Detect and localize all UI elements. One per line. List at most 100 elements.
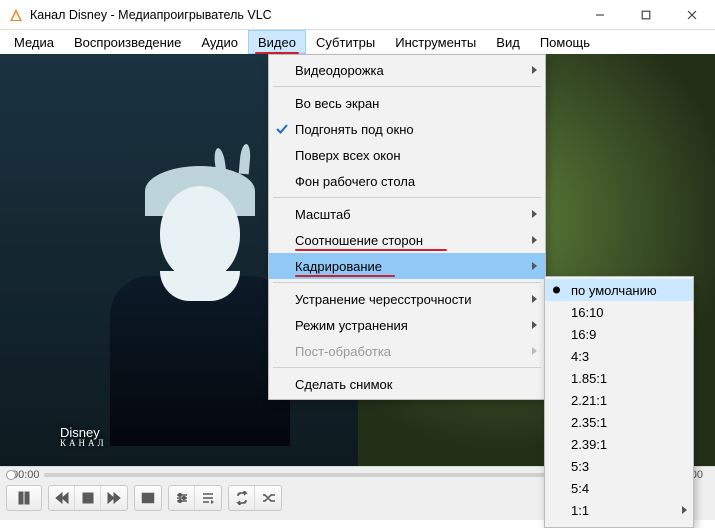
menu-item-fullscreen[interactable]: Во весь экран (269, 90, 545, 116)
submenu-item-label: по умолчанию (571, 283, 657, 298)
chevron-right-icon (682, 506, 687, 514)
minimize-button[interactable] (577, 0, 623, 30)
crop-option-4-3[interactable]: 4:3 (545, 345, 693, 367)
menu-media[interactable]: Медиа (4, 30, 64, 54)
crop-option-16-9[interactable]: 16:9 (545, 323, 693, 345)
menu-item-label: Устранение чересстрочности (295, 292, 471, 307)
menu-item-postprocessing: Пост-обработка (269, 338, 545, 364)
app-icon (8, 7, 24, 23)
crop-option-235-1[interactable]: 2.35:1 (545, 411, 693, 433)
menu-item-wallpaper[interactable]: Фон рабочего стола (269, 168, 545, 194)
submenu-item-label: 1.85:1 (571, 371, 607, 386)
submenu-item-label: 16:10 (571, 305, 604, 320)
submenu-item-label: 2.39:1 (571, 437, 607, 452)
stop-button[interactable] (75, 486, 101, 510)
crop-option-1-1[interactable]: 1:1 (545, 499, 693, 521)
playlist-button[interactable] (195, 486, 221, 510)
submenu-item-label: 2.21:1 (571, 393, 607, 408)
crop-option-5-4[interactable]: 5:4 (545, 477, 693, 499)
submenu-item-label: 4:3 (571, 349, 589, 364)
menu-item-deinterlace[interactable]: Устранение чересстрочности (269, 286, 545, 312)
menu-label: Аудио (201, 35, 238, 50)
annotation-underline (295, 275, 395, 277)
menu-item-crop[interactable]: Кадрирование (269, 253, 545, 279)
chevron-right-icon (532, 236, 537, 244)
menu-item-label: Соотношение сторон (295, 233, 423, 248)
menu-item-label: Масштаб (295, 207, 351, 222)
menu-item-label: Кадрирование (295, 259, 382, 274)
menu-item-label: Поверх всех окон (295, 148, 401, 163)
menu-help[interactable]: Помощь (530, 30, 600, 54)
radio-selected-icon (553, 287, 560, 294)
chevron-right-icon (532, 210, 537, 218)
seek-knob[interactable] (6, 470, 16, 480)
submenu-item-label: 5:4 (571, 481, 589, 496)
menu-label: Субтитры (316, 35, 375, 50)
crop-submenu: по умолчанию 16:10 16:9 4:3 1.85:1 2.21:… (544, 276, 694, 528)
menu-label: Инструменты (395, 35, 476, 50)
menu-label: Вид (496, 35, 520, 50)
menu-label: Медиа (14, 35, 54, 50)
menu-label: Видео (258, 35, 296, 50)
crop-option-16-10[interactable]: 16:10 (545, 301, 693, 323)
extended-settings-button[interactable] (169, 486, 195, 510)
menubar: Медиа Воспроизведение Аудио Видео Субтит… (0, 30, 715, 54)
maximize-button[interactable] (623, 0, 669, 30)
menu-item-label: Подгонять под окно (295, 122, 414, 137)
menu-label: Помощь (540, 35, 590, 50)
menu-item-label: Видеодорожка (295, 63, 384, 78)
menu-separator (273, 282, 541, 283)
menu-item-deinterlace-mode[interactable]: Режим устранения (269, 312, 545, 338)
menu-audio[interactable]: Аудио (191, 30, 248, 54)
chevron-right-icon (532, 321, 537, 329)
menu-item-always-on-top[interactable]: Поверх всех окон (269, 142, 545, 168)
titlebar: Канал Disney - Медиапроигрыватель VLC (0, 0, 715, 30)
chevron-right-icon (532, 295, 537, 303)
window-title: Канал Disney - Медиапроигрыватель VLC (30, 8, 577, 22)
menu-separator (273, 86, 541, 87)
menu-video[interactable]: Видео (248, 30, 306, 54)
fullscreen-button[interactable] (135, 486, 161, 510)
chevron-right-icon (532, 66, 537, 74)
check-icon (275, 122, 289, 136)
submenu-item-label: 5:3 (571, 459, 589, 474)
submenu-item-label: 2.35:1 (571, 415, 607, 430)
chevron-right-icon (532, 262, 537, 270)
crop-option-default[interactable]: по умолчанию (545, 279, 693, 301)
menu-item-snapshot[interactable]: Сделать снимок (269, 371, 545, 397)
menu-item-aspect-ratio[interactable]: Соотношение сторон (269, 227, 545, 253)
close-button[interactable] (669, 0, 715, 30)
menu-item-label: Пост-обработка (295, 344, 391, 359)
channel-logo: Disney КАНАЛ (60, 415, 107, 448)
submenu-item-label: 1:1 (571, 503, 589, 518)
menu-separator (273, 197, 541, 198)
crop-option-5-3[interactable]: 5:3 (545, 455, 693, 477)
menu-label: Воспроизведение (74, 35, 181, 50)
menu-item-fit-window[interactable]: Подгонять под окно (269, 116, 545, 142)
crop-option-221-1[interactable]: 2.21:1 (545, 389, 693, 411)
crop-option-239-1[interactable]: 2.39:1 (545, 433, 693, 455)
next-button[interactable] (101, 486, 127, 510)
menu-item-label: Во весь экран (295, 96, 379, 111)
menu-item-video-track[interactable]: Видеодорожка (269, 57, 545, 83)
menu-view[interactable]: Вид (486, 30, 530, 54)
chevron-right-icon (532, 347, 537, 355)
submenu-item-label: 16:9 (571, 327, 596, 342)
annotation-underline (295, 249, 447, 251)
shuffle-button[interactable] (255, 486, 281, 510)
menu-item-label: Фон рабочего стола (295, 174, 415, 189)
menu-separator (273, 367, 541, 368)
play-pause-button[interactable] (7, 486, 41, 510)
menu-tools[interactable]: Инструменты (385, 30, 486, 54)
loop-button[interactable] (229, 486, 255, 510)
menu-item-zoom[interactable]: Масштаб (269, 201, 545, 227)
menu-item-label: Режим устранения (295, 318, 408, 333)
video-character (90, 176, 290, 436)
video-menu-dropdown: Видеодорожка Во весь экран Подгонять под… (268, 54, 546, 400)
menu-subtitles[interactable]: Субтитры (306, 30, 385, 54)
menu-item-label: Сделать снимок (295, 377, 392, 392)
crop-option-185-1[interactable]: 1.85:1 (545, 367, 693, 389)
menu-playback[interactable]: Воспроизведение (64, 30, 191, 54)
channel-logo-sub: КАНАЛ (60, 439, 107, 448)
previous-button[interactable] (49, 486, 75, 510)
